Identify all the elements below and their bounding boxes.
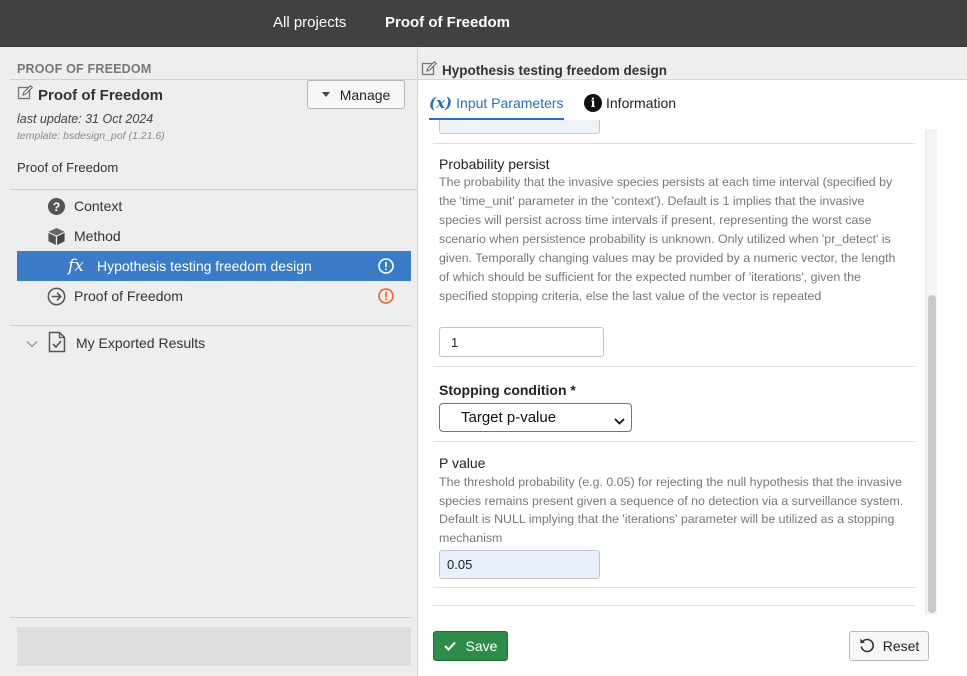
sidebar-item-hypothesis-testing[interactable]: fx Hypothesis testing freedom design <box>17 251 411 281</box>
sidebar-header: PROOF OF FREEDOM <box>17 62 152 76</box>
edit-icon[interactable] <box>421 61 437 80</box>
scrollbar-thumb[interactable] <box>928 295 936 613</box>
save-button[interactable]: Save <box>433 631 508 661</box>
panel-tabs: (x) Input Parameters i Information <box>418 80 967 120</box>
sidebar-item-context[interactable]: ? Context <box>17 191 411 221</box>
probability-persist-input[interactable]: 1 <box>439 327 604 357</box>
template-text: template: bsdesign_pof (1.21.6) <box>17 130 165 142</box>
nav-all-projects-link[interactable]: All projects <box>273 14 346 31</box>
probability-persist-description: The probability that the invasive specie… <box>439 175 896 303</box>
panel-title: Hypothesis testing freedom design <box>421 61 667 80</box>
sidebar-item-label: Proof of Freedom <box>74 288 183 304</box>
sidebar-item-exported-results[interactable]: My Exported Results <box>17 327 411 357</box>
p-value-input[interactable]: 0.05 <box>439 550 600 579</box>
required-marker: * <box>570 382 576 398</box>
question-circle-icon: ? <box>46 196 66 216</box>
stopping-condition-label: Stopping condition * <box>439 382 576 398</box>
project-description: Proof of Freedom <box>17 160 119 175</box>
panel-title-text: Hypothesis testing freedom design <box>442 63 668 78</box>
manage-button-label: Manage <box>339 86 391 103</box>
cube-icon <box>46 226 66 246</box>
chevron-down-icon <box>614 413 625 430</box>
divider <box>433 587 915 588</box>
top-navigation-bar: All projects Proof of Freedom <box>0 0 967 47</box>
tab-information[interactable]: i Information <box>584 94 676 112</box>
tab-label: Input Parameters <box>456 95 564 111</box>
sidebar-item-label: Method <box>74 228 121 244</box>
project-title-text: Proof of Freedom <box>38 86 164 104</box>
nav-current-project-link[interactable]: Proof of Freedom <box>385 14 510 31</box>
sidebar-item-label: Hypothesis testing freedom design <box>97 258 312 274</box>
divider <box>433 143 915 144</box>
stopping-condition-label-text: Stopping condition <box>439 382 567 398</box>
save-button-label: Save <box>465 638 498 654</box>
project-title: Proof of Freedom <box>17 85 163 105</box>
p-value-description: The threshold probability (e.g. 0.05) fo… <box>439 475 904 545</box>
warning-icon <box>378 288 394 304</box>
tab-input-parameters[interactable]: (x) Input Parameters <box>429 94 564 112</box>
svg-text:fx: fx <box>67 256 84 276</box>
variable-icon: (x) <box>429 94 453 112</box>
stopping-condition-select[interactable]: Target p-value <box>439 403 632 432</box>
warning-icon <box>378 258 394 274</box>
divider <box>10 189 418 190</box>
editor-panel: Hypothesis testing freedom design (x) In… <box>418 47 967 676</box>
check-icon <box>443 638 456 654</box>
svg-text:?: ? <box>52 199 60 213</box>
parameters-form: Probability persist The probability that… <box>433 120 915 606</box>
sidebar-item-label: My Exported Results <box>76 335 206 351</box>
manage-button[interactable]: Manage <box>307 80 405 109</box>
project-sidebar: PROOF OF FREEDOM Proof of Freedom Manage… <box>0 47 418 676</box>
caret-down-icon <box>321 92 330 97</box>
function-icon: fx <box>67 256 91 276</box>
arrow-circle-icon <box>46 286 66 306</box>
document-check-icon <box>48 331 66 356</box>
probability-persist-label: Probability persist <box>439 156 550 172</box>
divider <box>433 605 915 606</box>
sidebar-item-label: Context <box>74 198 123 214</box>
last-update-text: last update: 31 Oct 2024 <box>17 112 154 126</box>
tab-label: Information <box>606 95 677 111</box>
sidebar-item-method[interactable]: Method <box>17 221 411 251</box>
reset-button-label: Reset <box>882 638 920 654</box>
undo-icon <box>859 637 875 656</box>
reset-button[interactable]: Reset <box>849 631 929 661</box>
stopping-condition-value: Target p-value <box>461 409 557 426</box>
p-value-label: P value <box>439 455 486 471</box>
divider <box>10 617 411 618</box>
sidebar-footer <box>17 627 411 666</box>
panel-header: Hypothesis testing freedom design <box>418 47 967 80</box>
sidebar-item-proof-of-freedom[interactable]: Proof of Freedom <box>17 281 411 311</box>
divider <box>433 366 915 367</box>
divider <box>433 441 915 442</box>
chevron-down-icon[interactable] <box>26 336 38 352</box>
edit-icon[interactable] <box>17 85 33 105</box>
form-scrollbar[interactable] <box>925 129 937 615</box>
divider <box>10 325 411 326</box>
info-icon: i <box>584 94 602 112</box>
previous-field-input[interactable] <box>439 120 600 134</box>
